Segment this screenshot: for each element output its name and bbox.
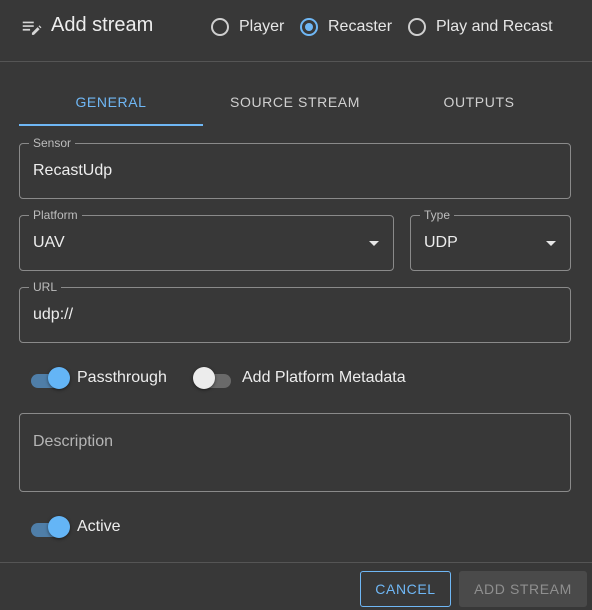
passthrough-switch[interactable] (31, 367, 71, 389)
dropdown-arrow-icon (369, 241, 379, 246)
cancel-button[interactable]: CANCEL (360, 571, 451, 607)
add-stream-button[interactable]: ADD STREAM (459, 571, 587, 607)
platform-label: Platform (29, 208, 82, 222)
description-placeholder: Description (33, 433, 114, 450)
mode-radio-player[interactable]: Player (211, 13, 284, 41)
tab-source-stream[interactable]: SOURCE STREAM (203, 80, 387, 126)
mode-radio-recaster[interactable]: Recaster (300, 13, 392, 41)
radio-checked-icon (300, 18, 318, 36)
mode-radio-play-and-recast[interactable]: Play and Recast (408, 13, 553, 41)
sensor-label: Sensor (29, 136, 76, 150)
dialog-footer: CANCEL ADD STREAM (0, 562, 592, 610)
tab-general[interactable]: GENERAL (19, 80, 203, 126)
switch-thumb (48, 516, 70, 538)
dropdown-arrow-icon (546, 241, 556, 246)
url-field[interactable]: URL udp:// (19, 280, 571, 343)
active-switch[interactable] (31, 516, 71, 538)
dialog-header: Add stream Player Recaster Play and Reca… (0, 0, 592, 62)
edit-note-icon (22, 21, 42, 35)
platform-select[interactable]: Platform UAV (19, 208, 394, 271)
type-label: Type (420, 208, 455, 222)
description-field[interactable]: Description (19, 413, 571, 492)
active-label: Active (77, 518, 121, 535)
url-label: URL (29, 280, 62, 294)
add-platform-metadata-label: Add Platform Metadata (242, 369, 406, 386)
sensor-field[interactable]: Sensor RecastUdp (19, 136, 571, 199)
type-select[interactable]: Type UDP (410, 208, 571, 271)
radio-unchecked-icon (211, 18, 229, 36)
mode-radio-label: Player (239, 18, 285, 35)
type-value: UDP (424, 234, 458, 251)
passthrough-label: Passthrough (77, 369, 167, 386)
sensor-value: RecastUdp (33, 162, 113, 179)
radio-unchecked-icon (408, 18, 426, 36)
mode-radio-label: Play and Recast (436, 18, 553, 35)
switch-thumb (193, 367, 215, 389)
mode-radio-label: Recaster (328, 18, 393, 35)
url-value: udp:// (33, 306, 74, 323)
add-platform-metadata-switch[interactable] (193, 367, 235, 389)
tab-outputs[interactable]: OUTPUTS (387, 80, 571, 126)
dialog-title: Add stream (51, 14, 154, 36)
platform-value: UAV (33, 234, 65, 251)
switch-thumb (48, 367, 70, 389)
